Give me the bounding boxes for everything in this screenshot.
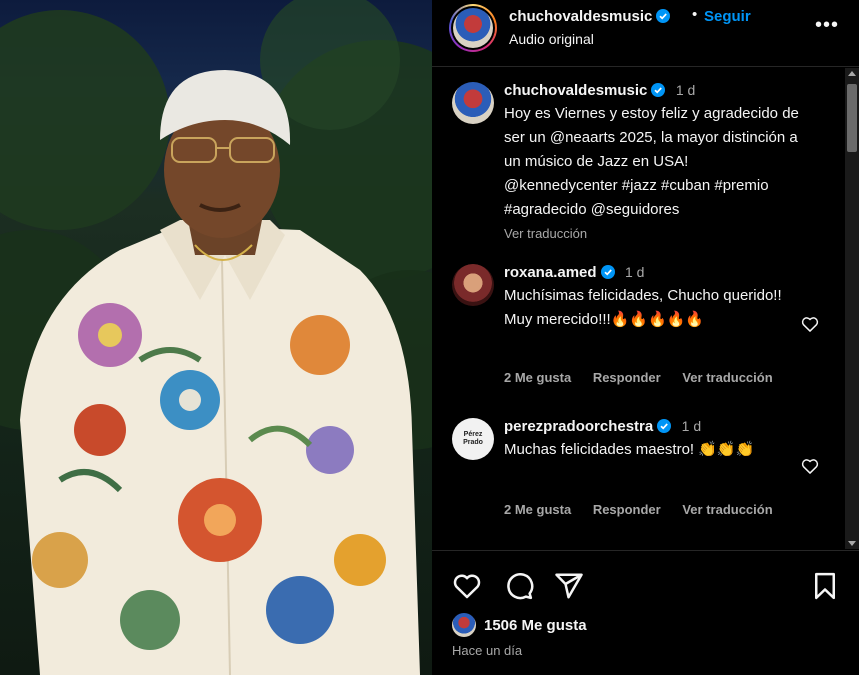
- comment-like-heart-icon[interactable]: [800, 314, 820, 334]
- post-photo: [0, 0, 432, 675]
- comment-reply-button[interactable]: Responder: [593, 502, 661, 517]
- comments-scrollbar[interactable]: [845, 68, 859, 549]
- scroll-up-arrow-icon[interactable]: [848, 71, 856, 76]
- comment-username[interactable]: perezpradoorchestra: [504, 418, 653, 435]
- post-actions-bar: 1506 Me gusta Hace un día: [432, 550, 859, 675]
- comment-reply-button[interactable]: Responder: [593, 370, 661, 385]
- comment-actions: 2 Me gusta Responder Ver traducción: [504, 370, 791, 385]
- post-timestamp[interactable]: Hace un día: [452, 643, 522, 658]
- caption-translate-link[interactable]: Ver traducción: [504, 226, 804, 241]
- author-name-row: chuchovaldesmusic: [509, 8, 671, 26]
- post-media[interactable]: [0, 0, 432, 675]
- scroll-down-arrow-icon[interactable]: [848, 541, 856, 546]
- caption-time[interactable]: 1 d: [676, 82, 695, 98]
- verified-icon: [651, 83, 666, 97]
- comment-likes-count[interactable]: 2 Me gusta: [504, 502, 571, 517]
- more-options-button[interactable]: •••: [815, 14, 839, 37]
- caption-avatar[interactable]: [452, 82, 494, 124]
- heart-icon[interactable]: [452, 571, 482, 601]
- follow-button[interactable]: Seguir: [704, 8, 751, 25]
- comment-likes-count[interactable]: 2 Me gusta: [504, 370, 571, 385]
- likes-count[interactable]: 1506 Me gusta: [484, 617, 587, 634]
- verified-icon: [657, 419, 672, 433]
- comment-translate-link[interactable]: Ver traducción: [682, 370, 772, 385]
- post-header: chuchovaldesmusic • Seguir Audio origina…: [432, 0, 859, 67]
- likes-summary[interactable]: 1506 Me gusta: [452, 613, 587, 637]
- post-sidebar: chuchovaldesmusic • Seguir Audio origina…: [432, 0, 859, 675]
- comment-like-heart-icon[interactable]: [800, 456, 820, 476]
- caption-text: Hoy es Viernes y estoy feliz y agradecid…: [504, 105, 799, 218]
- scrollbar-thumb[interactable]: [847, 84, 857, 152]
- comment-time[interactable]: 1 d: [682, 418, 701, 434]
- comment-username[interactable]: roxana.amed: [504, 264, 597, 281]
- caption-username[interactable]: chuchovaldesmusic: [504, 82, 647, 99]
- comment-icon[interactable]: [504, 571, 534, 601]
- audio-link[interactable]: Audio original: [509, 31, 594, 47]
- verified-icon: [600, 265, 615, 279]
- comment-avatar[interactable]: Pérez Prado: [452, 418, 494, 460]
- verified-icon: [656, 9, 671, 23]
- header-separator: •: [692, 6, 698, 23]
- share-icon[interactable]: [554, 571, 584, 601]
- liker-avatar: [452, 613, 476, 637]
- comments-list[interactable]: chuchovaldesmusic 1 d Hoy es Viernes y e…: [432, 68, 847, 549]
- comment-avatar[interactable]: [452, 264, 494, 306]
- comment-translate-link[interactable]: Ver traducción: [682, 502, 772, 517]
- comment-text: Muchas felicidades maestro! 👏👏👏: [504, 441, 755, 458]
- author-username[interactable]: chuchovaldesmusic: [509, 8, 652, 25]
- author-avatar[interactable]: [449, 4, 497, 52]
- bookmark-icon[interactable]: [810, 571, 840, 601]
- comment-actions: 2 Me gusta Responder Ver traducción: [504, 502, 791, 517]
- comment-time[interactable]: 1 d: [625, 264, 644, 280]
- comment-avatar-logo: Pérez Prado: [463, 431, 483, 446]
- comment-text: Muchísimas felicidades, Chucho querido!!…: [504, 287, 782, 328]
